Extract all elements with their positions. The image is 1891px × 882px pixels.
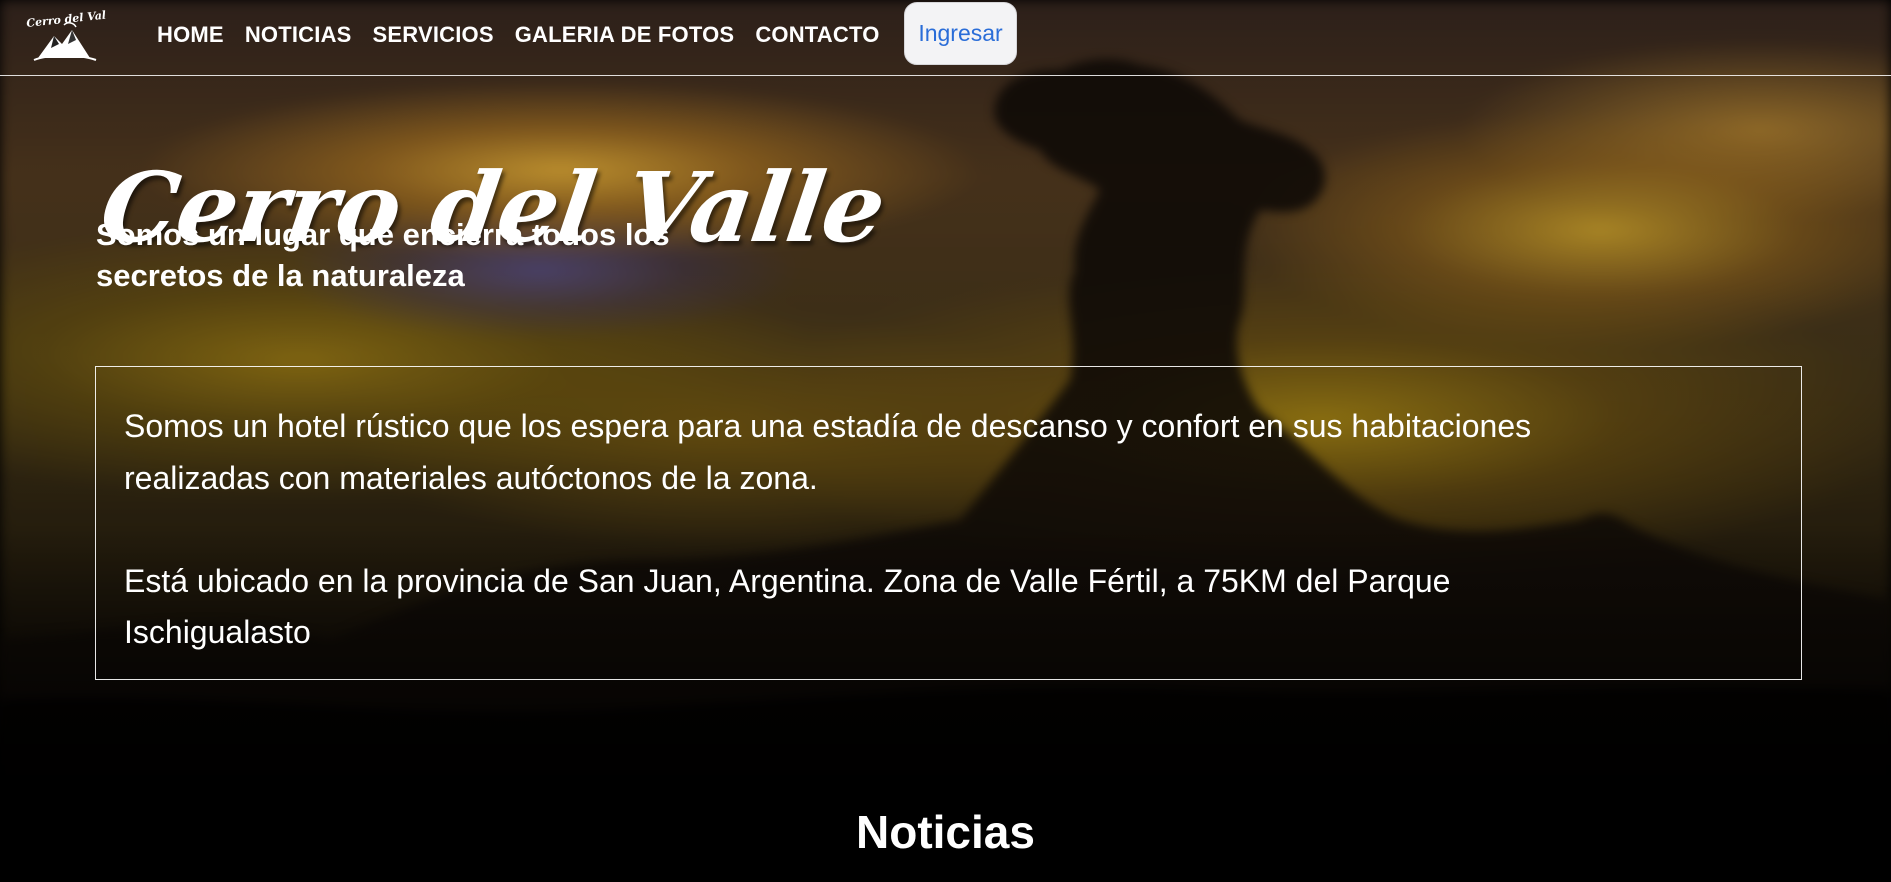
nav-link-contacto[interactable]: CONTACTO: [755, 22, 879, 47]
news-section-heading: Noticias: [856, 806, 1035, 859]
hotel-location-paragraph: Está ubicado en la provincia de San Juan…: [124, 562, 1451, 651]
nav-link-home[interactable]: HOME: [157, 22, 224, 47]
nav-link-galeria-de-fotos[interactable]: GALERIA DE FOTOS: [515, 22, 735, 47]
hotel-description-paragraph: Somos un hotel rústico que los espera pa…: [124, 408, 1532, 496]
nav-item-home: HOME: [157, 20, 224, 49]
top-navbar: Cerro del Valle HOME NOTICIAS SERVICIOS …: [0, 0, 1891, 76]
nav-item-noticias: NOTICIAS: [245, 20, 352, 49]
mountain-logo-icon[interactable]: Cerro del Valle: [24, 6, 106, 62]
page: Cerro del Valle HOME NOTICIAS SERVICIOS …: [0, 0, 1891, 882]
logo-text: Cerro del Valle: [26, 7, 106, 29]
nav-item-servicios: SERVICIOS: [373, 20, 494, 49]
hero-subtitle: Somos un lugar que encierra todos los se…: [96, 217, 670, 293]
nav-link-noticias[interactable]: NOTICIAS: [245, 22, 352, 47]
nav-link-servicios[interactable]: SERVICIOS: [373, 22, 494, 47]
hotel-info-box: Somos un hotel rústico que los espera pa…: [95, 366, 1802, 680]
login-button[interactable]: Ingresar: [904, 2, 1017, 65]
nav-item-galeria: GALERIA DE FOTOS: [515, 20, 735, 49]
main-nav-menu: HOME NOTICIAS SERVICIOS GALERIA DE FOTOS…: [157, 20, 880, 49]
nav-item-contacto: CONTACTO: [755, 20, 879, 49]
